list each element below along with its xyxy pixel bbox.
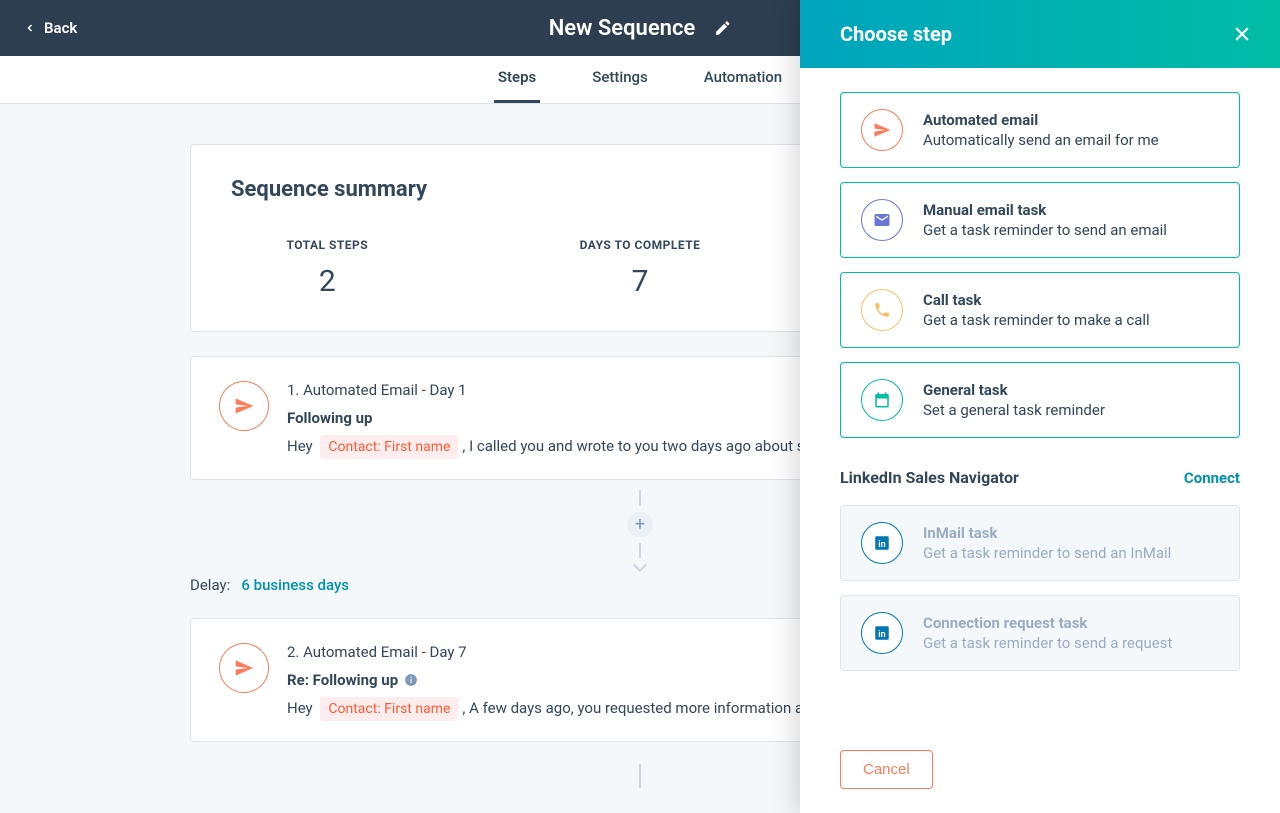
panel-body: Automated email Automatically send an em… <box>800 68 1280 730</box>
cancel-button[interactable]: Cancel <box>840 750 933 789</box>
merge-token: Contact: First name <box>320 697 458 721</box>
phone-icon <box>861 289 903 331</box>
send-icon <box>219 381 269 431</box>
stat-total-steps-label: TOTAL STEPS <box>231 238 424 252</box>
back-label: Back <box>44 19 77 37</box>
option-desc: Automatically send an email for me <box>923 131 1159 149</box>
option-connection-request-task: in Connection request task Get a task re… <box>840 595 1240 671</box>
send-icon <box>219 643 269 693</box>
step-1-heading: 1. Automated Email - Day 1 <box>287 381 834 399</box>
step-2-body: Hey Contact: First name, A few days ago,… <box>287 699 833 717</box>
connector-line <box>639 764 641 788</box>
option-title: General task <box>923 381 1105 399</box>
linkedin-icon: in <box>861 522 903 564</box>
edit-title-icon[interactable] <box>713 19 731 37</box>
linkedin-icon: in <box>861 612 903 654</box>
choose-step-panel: Choose step Automated email Automaticall… <box>800 0 1280 813</box>
info-icon[interactable] <box>404 673 418 687</box>
linkedin-connect-link[interactable]: Connect <box>1184 469 1240 487</box>
connector-line <box>639 490 641 506</box>
linkedin-section-title: LinkedIn Sales Navigator <box>840 468 1019 487</box>
add-step-button[interactable]: + <box>627 512 653 537</box>
title-wrap: New Sequence <box>549 16 732 41</box>
chevron-left-icon <box>24 22 36 34</box>
tab-automation[interactable]: Automation <box>700 54 786 103</box>
option-title: Call task <box>923 291 1150 309</box>
option-general-task[interactable]: General task Set a general task reminder <box>840 362 1240 438</box>
option-title: InMail task <box>923 524 1171 542</box>
step-2-heading: 2. Automated Email - Day 7 <box>287 643 833 661</box>
calendar-icon <box>861 379 903 421</box>
step-1-body: Hey Contact: First name, I called you an… <box>287 437 834 455</box>
option-manual-email[interactable]: Manual email task Get a task reminder to… <box>840 182 1240 258</box>
option-desc: Get a task reminder to send an InMail <box>923 544 1171 562</box>
send-icon <box>861 109 903 151</box>
close-panel-button[interactable] <box>1232 24 1252 44</box>
stat-total-steps-value: 2 <box>231 264 424 299</box>
option-inmail-task: in InMail task Get a task reminder to se… <box>840 505 1240 581</box>
option-desc: Get a task reminder to make a call <box>923 311 1150 329</box>
option-title: Connection request task <box>923 614 1172 632</box>
delay-value-link[interactable]: 6 business days <box>241 576 349 594</box>
step-1-subject: Following up <box>287 409 834 427</box>
page-title: New Sequence <box>549 16 696 41</box>
option-call-task[interactable]: Call task Get a task reminder to make a … <box>840 272 1240 348</box>
mail-icon <box>861 199 903 241</box>
svg-text:in: in <box>878 540 885 550</box>
panel-footer: Cancel <box>800 730 1280 813</box>
option-desc: Get a task reminder to send a request <box>923 634 1172 652</box>
option-title: Automated email <box>923 111 1159 129</box>
option-desc: Set a general task reminder <box>923 401 1105 419</box>
tab-steps[interactable]: Steps <box>494 54 540 103</box>
connector-line <box>639 543 641 559</box>
stat-days-label: DAYS TO COMPLETE <box>544 238 737 252</box>
arrow-down-icon <box>633 558 647 572</box>
linkedin-section-header: LinkedIn Sales Navigator Connect <box>840 468 1240 487</box>
tab-settings[interactable]: Settings <box>588 54 652 103</box>
stat-days-value: 7 <box>544 264 737 299</box>
option-desc: Get a task reminder to send an email <box>923 221 1167 239</box>
option-title: Manual email task <box>923 201 1167 219</box>
delay-label: Delay: <box>190 576 230 594</box>
option-automated-email[interactable]: Automated email Automatically send an em… <box>840 92 1240 168</box>
step-2-subject: Re: Following up <box>287 671 833 689</box>
panel-title: Choose step <box>840 22 952 46</box>
panel-header: Choose step <box>800 0 1280 68</box>
back-button[interactable]: Back <box>24 19 77 37</box>
merge-token: Contact: First name <box>320 435 458 459</box>
svg-text:in: in <box>878 630 885 640</box>
